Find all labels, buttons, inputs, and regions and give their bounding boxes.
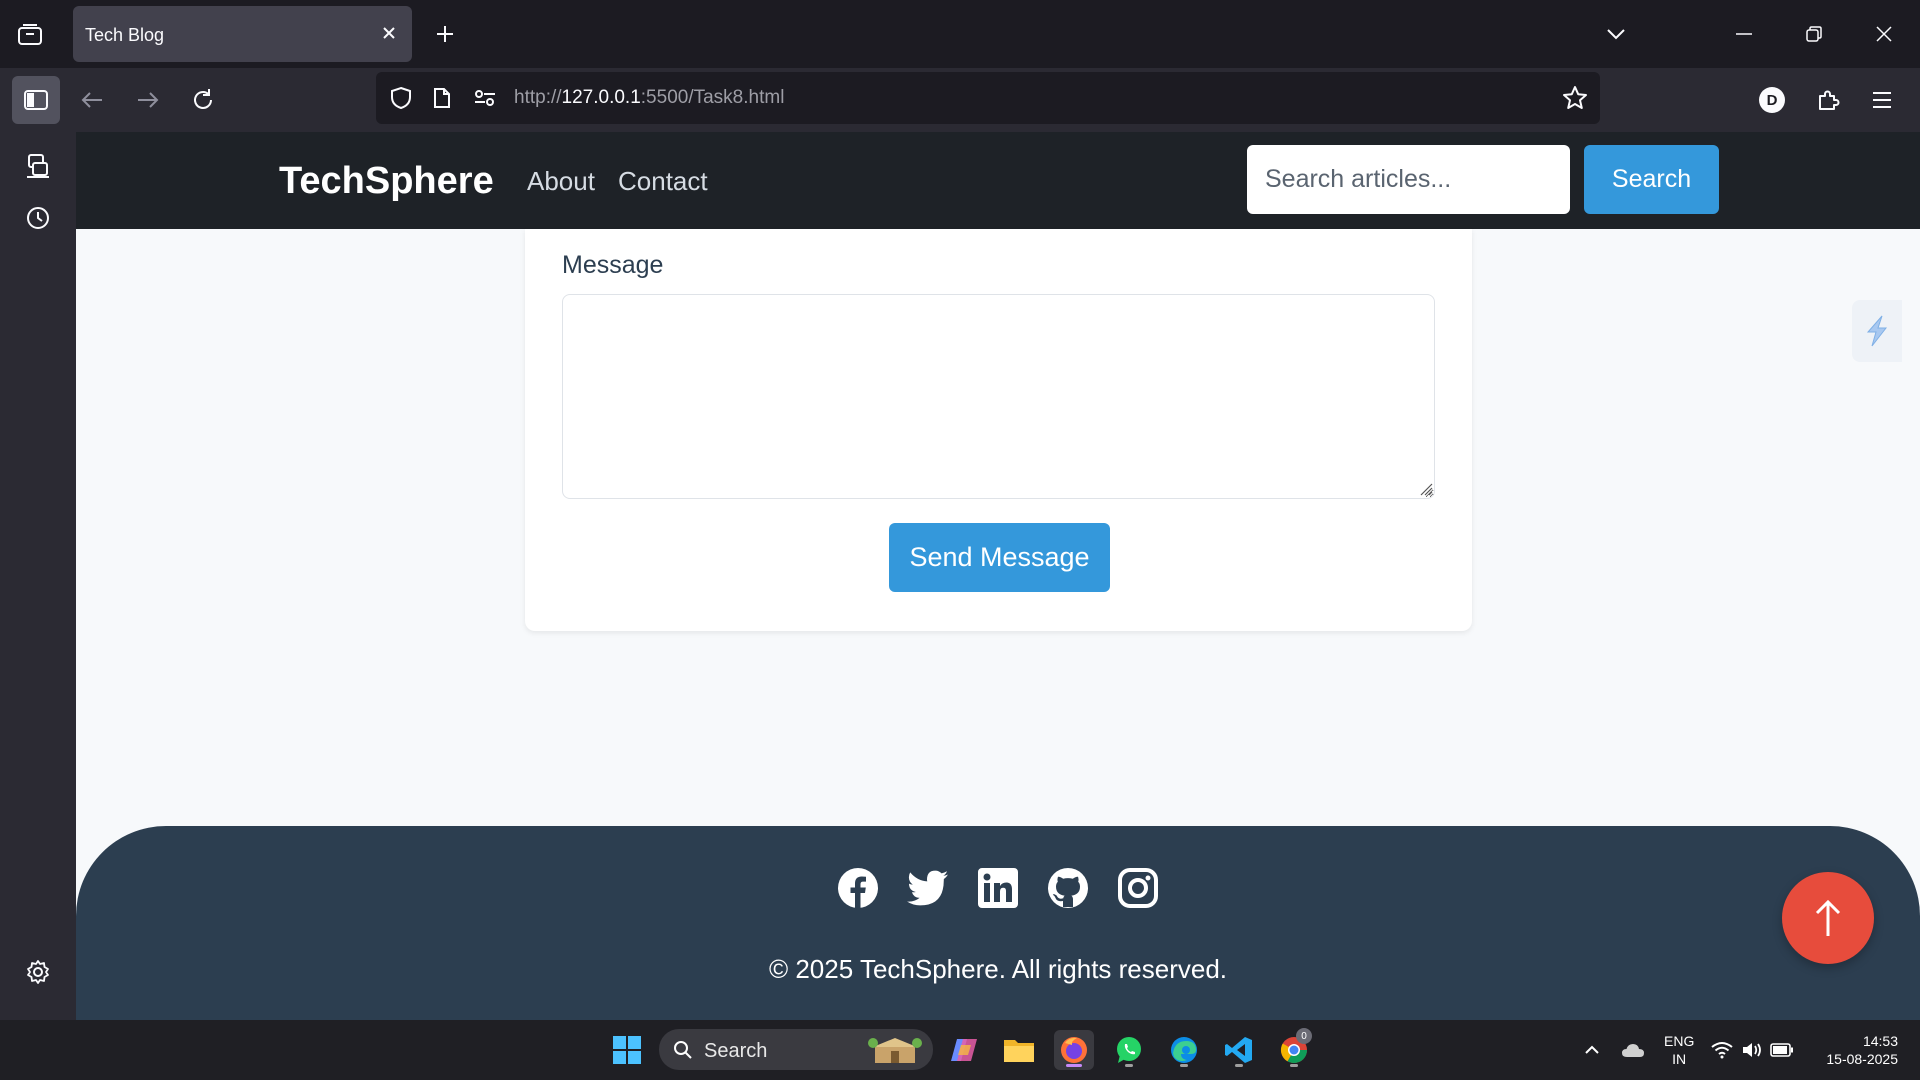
clock-time: 14:53 bbox=[1862, 1033, 1898, 1049]
notification-badge: 0 bbox=[1296, 1028, 1312, 1044]
close-tab-icon[interactable] bbox=[374, 18, 404, 48]
file-explorer-icon[interactable] bbox=[999, 1030, 1039, 1070]
back-icon[interactable] bbox=[68, 76, 116, 124]
page-viewport: TechSphere About Contact Search Message … bbox=[76, 132, 1920, 1020]
site-footer: © 2025 TechSphere. All rights reserved. bbox=[76, 826, 1920, 1020]
whatsapp-icon[interactable] bbox=[1109, 1030, 1149, 1070]
taskbar-search[interactable]: Search bbox=[659, 1029, 933, 1070]
clock-date: 15-08-2025 bbox=[1826, 1051, 1898, 1067]
running-indicator bbox=[1290, 1064, 1298, 1067]
nav-link-about[interactable]: About bbox=[527, 166, 595, 197]
nav-link-contact[interactable]: Contact bbox=[618, 166, 708, 197]
url-host: 127.0.0.1 bbox=[561, 87, 641, 108]
close-window-icon[interactable] bbox=[1862, 14, 1906, 54]
sidebar-toggle-icon[interactable] bbox=[12, 76, 60, 124]
linkedin-icon[interactable] bbox=[976, 866, 1020, 910]
edge-icon[interactable] bbox=[1164, 1030, 1204, 1070]
bookmark-star-icon[interactable] bbox=[1562, 85, 1588, 111]
reload-icon[interactable] bbox=[179, 76, 227, 124]
url-bar[interactable]: http://127.0.0.1:5500/Task8.html bbox=[376, 72, 1600, 124]
scroll-to-top-button[interactable] bbox=[1782, 872, 1874, 964]
browser-tab-active[interactable]: Tech Blog bbox=[73, 6, 412, 62]
send-message-button[interactable]: Send Message bbox=[889, 523, 1110, 592]
region-code: IN bbox=[1672, 1051, 1687, 1067]
browser-tab-bar: Tech Blog bbox=[0, 0, 1920, 68]
account-avatar[interactable]: D bbox=[1748, 76, 1796, 124]
new-tab-icon[interactable] bbox=[428, 17, 462, 51]
language-code: ENG bbox=[1664, 1033, 1695, 1049]
gear-icon[interactable] bbox=[20, 954, 56, 990]
chevron-up-icon[interactable] bbox=[1572, 1030, 1612, 1070]
vscode-icon[interactable] bbox=[1219, 1030, 1259, 1070]
permissions-icon[interactable] bbox=[472, 85, 498, 111]
extensions-icon[interactable] bbox=[1804, 76, 1852, 124]
lightning-icon bbox=[1866, 315, 1888, 347]
social-links bbox=[836, 866, 1176, 912]
url-path: :5500/Task8.html bbox=[640, 87, 785, 108]
os-taskbar: Search 0 ENG IN 14:53 15-08-2025 bbox=[0, 1020, 1920, 1080]
twitter-icon[interactable] bbox=[906, 866, 950, 910]
tab-title: Tech Blog bbox=[85, 25, 165, 45]
browser-sidebar bbox=[0, 132, 76, 1020]
url-prefix: http:// bbox=[514, 87, 562, 108]
search-input[interactable] bbox=[1247, 145, 1570, 214]
arrow-up-icon bbox=[1815, 899, 1841, 936]
restore-icon[interactable] bbox=[1792, 14, 1836, 54]
tab-list-icon[interactable] bbox=[12, 18, 48, 52]
site-header: TechSphere About Contact Search bbox=[76, 132, 1920, 229]
instagram-icon[interactable] bbox=[1116, 866, 1160, 910]
message-textarea[interactable] bbox=[562, 294, 1435, 499]
forward-icon[interactable] bbox=[124, 76, 172, 124]
browser-toolbar: http://127.0.0.1:5500/Task8.html D bbox=[0, 68, 1920, 132]
active-app-indicator bbox=[1066, 1064, 1082, 1067]
synced-tabs-icon[interactable] bbox=[20, 148, 56, 184]
battery-icon[interactable] bbox=[1767, 1030, 1797, 1070]
search-highlight-icon bbox=[868, 1038, 922, 1063]
site-logo[interactable]: TechSphere bbox=[279, 160, 494, 203]
search-button[interactable]: Search bbox=[1584, 145, 1719, 214]
running-indicator bbox=[1235, 1064, 1243, 1067]
running-indicator bbox=[1125, 1064, 1133, 1067]
language-indicator[interactable]: ENG IN bbox=[1664, 1032, 1694, 1068]
chrome-icon[interactable]: 0 bbox=[1274, 1028, 1314, 1070]
volume-icon[interactable] bbox=[1737, 1030, 1767, 1070]
account-initial: D bbox=[1759, 87, 1785, 113]
page-icon[interactable] bbox=[429, 85, 455, 111]
url-text[interactable]: http://127.0.0.1:5500/Task8.html bbox=[514, 87, 784, 109]
history-icon[interactable] bbox=[20, 200, 56, 236]
menu-icon[interactable] bbox=[1858, 76, 1906, 124]
github-icon[interactable] bbox=[1046, 866, 1090, 910]
copyright-text: © 2025 TechSphere. All rights reserved. bbox=[768, 954, 1228, 984]
system-clock[interactable]: 14:53 15-08-2025 bbox=[1814, 1032, 1898, 1068]
resize-handle-icon[interactable] bbox=[1418, 481, 1433, 496]
wifi-icon[interactable] bbox=[1707, 1030, 1737, 1070]
chevron-down-icon[interactable] bbox=[1598, 17, 1634, 51]
onedrive-cloud-icon[interactable] bbox=[1613, 1030, 1653, 1070]
firefox-icon[interactable] bbox=[1054, 1030, 1094, 1070]
running-indicator bbox=[1180, 1064, 1188, 1067]
shield-icon[interactable] bbox=[388, 85, 414, 111]
taskbar-search-label: Search bbox=[704, 1040, 768, 1062]
minimize-icon[interactable] bbox=[1722, 14, 1766, 54]
extension-sidebar-tab[interactable] bbox=[1852, 300, 1902, 362]
message-label: Message bbox=[562, 251, 664, 279]
windows-start-icon[interactable] bbox=[607, 1030, 647, 1070]
facebook-icon[interactable] bbox=[836, 866, 880, 910]
contact-form-card: Message Send Message bbox=[525, 229, 1472, 631]
copilot-icon[interactable] bbox=[944, 1030, 984, 1070]
search-icon bbox=[674, 1041, 692, 1059]
